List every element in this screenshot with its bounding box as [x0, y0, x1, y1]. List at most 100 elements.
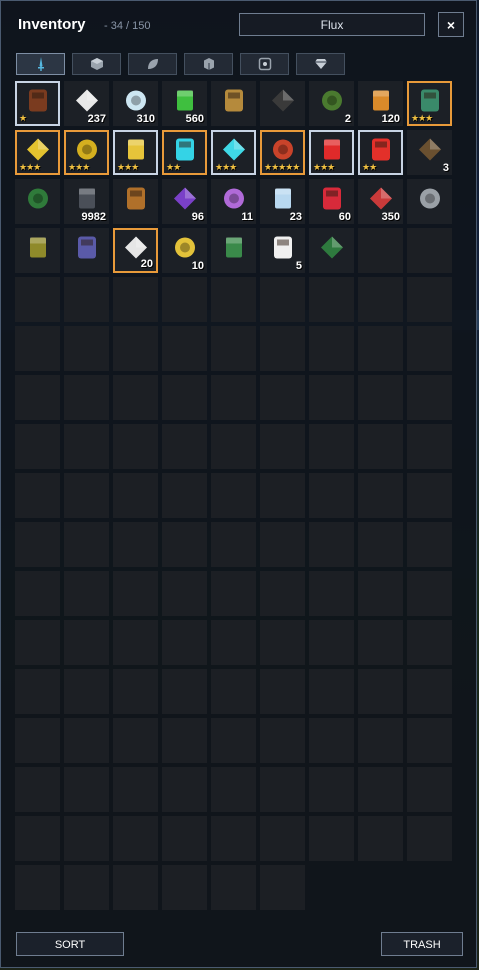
empty-slot[interactable] — [358, 277, 403, 322]
inventory-slot[interactable]: ★★★ — [309, 130, 354, 175]
empty-slot[interactable] — [64, 669, 109, 714]
inventory-slot[interactable]: 96 — [162, 179, 207, 224]
empty-slot[interactable] — [358, 375, 403, 420]
empty-slot[interactable] — [162, 424, 207, 469]
empty-slot[interactable] — [211, 522, 256, 567]
inventory-slot[interactable]: ★★ — [358, 130, 403, 175]
empty-slot[interactable] — [162, 473, 207, 518]
inventory-slot[interactable]: ★★ — [162, 130, 207, 175]
empty-slot[interactable] — [113, 767, 158, 812]
empty-slot[interactable] — [15, 718, 60, 763]
empty-slot[interactable] — [113, 620, 158, 665]
empty-slot[interactable] — [162, 571, 207, 616]
empty-slot[interactable] — [15, 277, 60, 322]
inventory-slot[interactable]: 350 — [358, 179, 403, 224]
empty-slot[interactable] — [64, 375, 109, 420]
empty-slot[interactable] — [15, 816, 60, 861]
empty-slot[interactable] — [260, 718, 305, 763]
empty-slot[interactable] — [309, 375, 354, 420]
empty-slot[interactable] — [162, 375, 207, 420]
empty-slot[interactable] — [260, 522, 305, 567]
inventory-slot[interactable] — [113, 179, 158, 224]
inventory-slot[interactable]: ★★★ — [64, 130, 109, 175]
empty-slot[interactable] — [309, 473, 354, 518]
empty-slot[interactable] — [260, 375, 305, 420]
empty-slot[interactable] — [407, 718, 452, 763]
inventory-slot[interactable]: 23 — [260, 179, 305, 224]
empty-slot[interactable] — [309, 816, 354, 861]
inventory-slot[interactable] — [407, 179, 452, 224]
empty-slot[interactable] — [113, 326, 158, 371]
empty-slot[interactable] — [113, 571, 158, 616]
empty-slot[interactable] — [260, 277, 305, 322]
empty-slot[interactable] — [358, 718, 403, 763]
empty-slot[interactable] — [113, 375, 158, 420]
empty-slot[interactable] — [358, 326, 403, 371]
inventory-slot[interactable]: ★★★ — [113, 130, 158, 175]
empty-slot[interactable] — [211, 865, 256, 910]
empty-slot[interactable] — [15, 767, 60, 812]
close-button[interactable]: × — [438, 12, 464, 37]
inventory-slot[interactable] — [211, 81, 256, 126]
empty-slot[interactable] — [64, 522, 109, 567]
empty-slot[interactable] — [15, 865, 60, 910]
empty-slot[interactable] — [260, 669, 305, 714]
empty-slot[interactable] — [260, 620, 305, 665]
inventory-slot[interactable]: 5 — [260, 228, 305, 273]
empty-slot[interactable] — [64, 718, 109, 763]
empty-slot[interactable] — [162, 522, 207, 567]
inventory-slot[interactable]: 60 — [309, 179, 354, 224]
inventory-slot[interactable]: 11 — [211, 179, 256, 224]
search-field[interactable]: Flux — [239, 13, 425, 36]
empty-slot[interactable] — [211, 816, 256, 861]
empty-slot[interactable] — [211, 277, 256, 322]
empty-slot[interactable] — [15, 375, 60, 420]
empty-slot[interactable] — [64, 277, 109, 322]
empty-slot[interactable] — [309, 620, 354, 665]
empty-slot[interactable] — [64, 424, 109, 469]
empty-slot[interactable] — [113, 277, 158, 322]
empty-slot[interactable] — [309, 571, 354, 616]
empty-slot[interactable] — [407, 522, 452, 567]
empty-slot[interactable] — [260, 473, 305, 518]
inventory-slot[interactable]: 20 — [113, 228, 158, 273]
empty-slot[interactable] — [309, 424, 354, 469]
inventory-slot[interactable] — [64, 228, 109, 273]
empty-slot[interactable] — [64, 816, 109, 861]
tab-weapons[interactable] — [16, 53, 65, 75]
empty-slot[interactable] — [162, 326, 207, 371]
empty-slot[interactable] — [407, 375, 452, 420]
empty-slot[interactable] — [113, 424, 158, 469]
empty-slot[interactable] — [64, 326, 109, 371]
empty-slot[interactable] — [407, 767, 452, 812]
empty-slot[interactable] — [113, 669, 158, 714]
empty-slot[interactable] — [358, 767, 403, 812]
empty-slot[interactable] — [358, 669, 403, 714]
empty-slot[interactable] — [162, 767, 207, 812]
empty-slot[interactable] — [211, 375, 256, 420]
inventory-slot[interactable] — [15, 179, 60, 224]
empty-slot[interactable] — [162, 865, 207, 910]
empty-slot[interactable] — [15, 620, 60, 665]
empty-slot[interactable] — [260, 767, 305, 812]
inventory-slot[interactable]: ★★★★★ — [260, 130, 305, 175]
empty-slot[interactable] — [15, 669, 60, 714]
empty-slot[interactable] — [309, 718, 354, 763]
empty-slot[interactable] — [211, 571, 256, 616]
empty-slot[interactable] — [113, 816, 158, 861]
empty-slot[interactable] — [162, 718, 207, 763]
empty-slot[interactable] — [211, 767, 256, 812]
tab-special[interactable] — [296, 53, 345, 75]
inventory-slot[interactable]: ★★★ — [211, 130, 256, 175]
inventory-slot[interactable]: ★ — [15, 81, 60, 126]
empty-slot[interactable] — [15, 424, 60, 469]
empty-slot[interactable] — [407, 228, 452, 273]
tab-gems[interactable] — [240, 53, 289, 75]
empty-slot[interactable] — [211, 669, 256, 714]
inventory-slot[interactable]: ★★★ — [407, 81, 452, 126]
empty-slot[interactable] — [407, 473, 452, 518]
empty-slot[interactable] — [407, 669, 452, 714]
empty-slot[interactable] — [358, 228, 403, 273]
trash-button[interactable]: TRASH — [381, 932, 463, 956]
empty-slot[interactable] — [309, 326, 354, 371]
